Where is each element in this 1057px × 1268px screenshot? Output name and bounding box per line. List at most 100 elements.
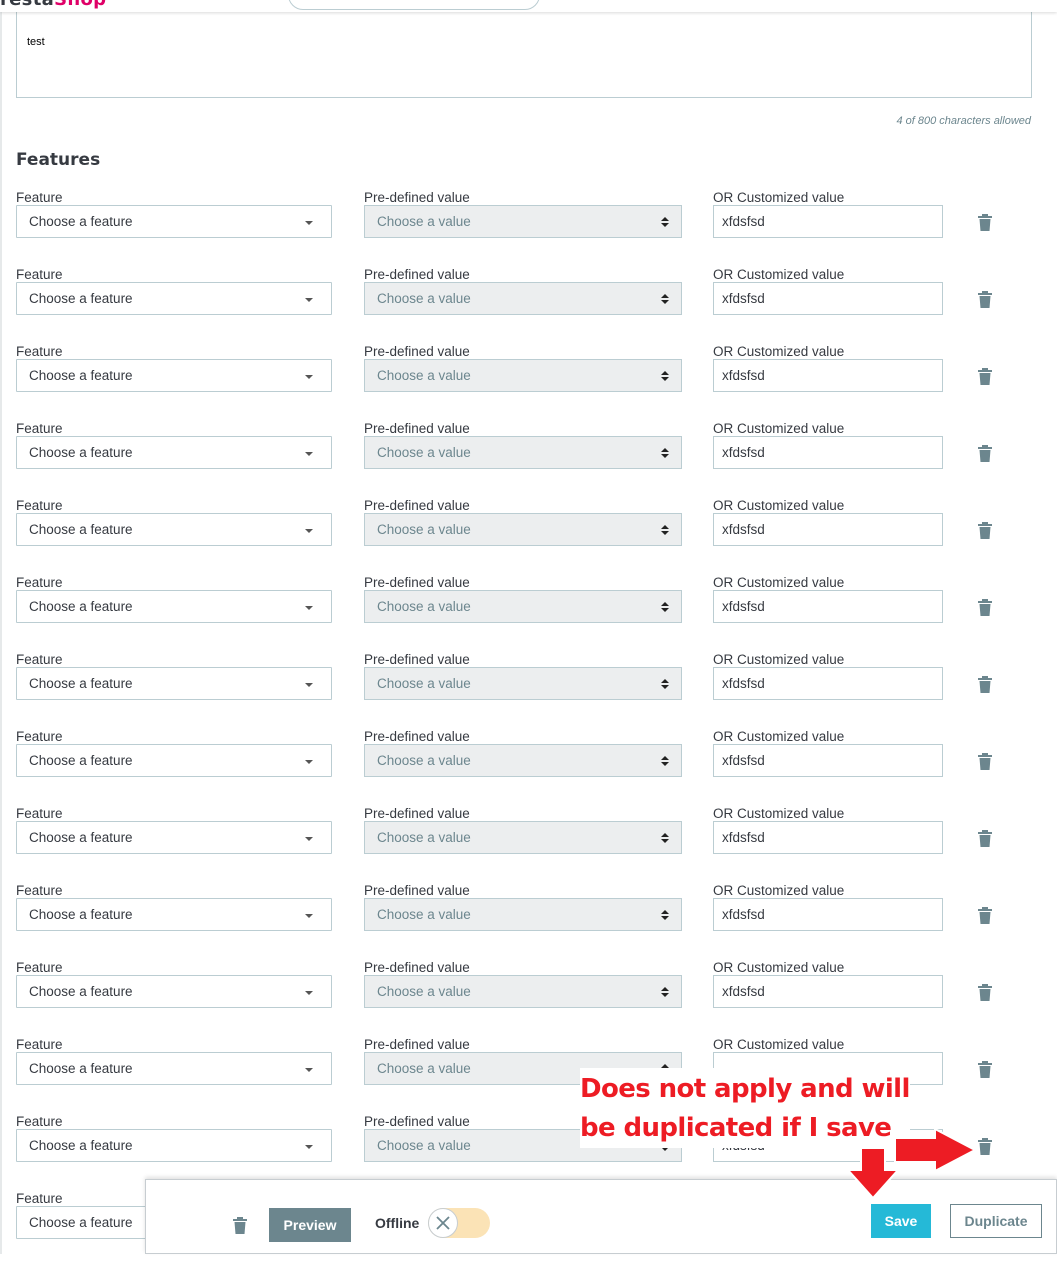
predefined-value-text: Choose a value — [377, 214, 471, 229]
custom-value-input[interactable]: xfdsfsd — [713, 359, 943, 392]
predefined-value-select[interactable]: Choose a value — [364, 205, 682, 238]
feature-select[interactable]: Choose a feature — [16, 436, 332, 469]
online-toggle[interactable] — [428, 1208, 490, 1238]
predefined-value-select[interactable]: Choose a value — [364, 282, 682, 315]
feature-select[interactable]: Choose a feature — [16, 513, 332, 546]
custom-value-input[interactable]: xfdsfsd — [713, 898, 943, 931]
custom-value-label: OR Customized value — [713, 267, 845, 282]
feature-label: Feature — [16, 729, 63, 744]
custom-value-label: OR Customized value — [713, 960, 845, 975]
predefined-value-select[interactable]: Choose a value — [364, 975, 682, 1008]
feature-row: Feature Choose a feature Pre-defined value… — [0, 421, 1057, 498]
predefined-value-select[interactable]: Choose a value — [364, 513, 682, 546]
feature-select[interactable]: Choose a feature — [16, 1052, 332, 1085]
trash-icon[interactable] — [978, 214, 992, 231]
feature-select-value: Choose a feature — [29, 830, 133, 845]
feature-select[interactable]: Choose a feature — [16, 667, 332, 700]
feature-label: Feature — [16, 190, 63, 205]
custom-value-input[interactable]: xfdsfsd — [713, 436, 943, 469]
trash-icon[interactable] — [978, 907, 992, 924]
trash-icon[interactable] — [978, 676, 992, 693]
feature-select[interactable]: Choose a feature — [16, 359, 332, 392]
custom-value-input[interactable]: xfdsfsd — [713, 667, 943, 700]
annotation-text: Does not apply and will be duplicated if… — [580, 1070, 910, 1148]
feature-select-value: Choose a feature — [29, 1138, 133, 1153]
predefined-value-select[interactable]: Choose a value — [364, 667, 682, 700]
custom-value-input[interactable]: xfdsfsd — [713, 282, 943, 315]
feature-select[interactable]: Choose a feature — [16, 282, 332, 315]
trash-icon[interactable] — [978, 1138, 992, 1155]
custom-value-input[interactable]: xfdsfsd — [713, 590, 943, 623]
predefined-label: Pre-defined value — [364, 190, 470, 205]
custom-value-label: OR Customized value — [713, 421, 845, 436]
caret-down-icon — [305, 1068, 313, 1072]
sort-icon — [661, 371, 669, 383]
trash-icon[interactable] — [978, 291, 992, 308]
feature-select-value: Choose a feature — [29, 214, 133, 229]
predefined-value-select[interactable]: Choose a value — [364, 744, 682, 777]
predefined-value-select[interactable]: Choose a value — [364, 898, 682, 931]
trash-icon[interactable] — [978, 984, 992, 1001]
feature-select-value: Choose a feature — [29, 676, 133, 691]
custom-value-input[interactable]: xfdsfsd — [713, 513, 943, 546]
feature-label: Feature — [16, 267, 63, 282]
feature-select[interactable]: Choose a feature — [16, 898, 332, 931]
trash-icon[interactable] — [978, 830, 992, 847]
feature-select-value: Choose a feature — [29, 1061, 133, 1076]
trash-icon[interactable] — [233, 1217, 247, 1234]
annotation-line-2: be duplicated if I save — [580, 1113, 892, 1143]
trash-icon[interactable] — [978, 445, 992, 462]
predefined-value-select[interactable]: Choose a value — [364, 359, 682, 392]
logo-text-b: Shop — [54, 0, 106, 10]
caret-down-icon — [305, 221, 313, 225]
preview-button[interactable]: Preview — [269, 1208, 351, 1242]
feature-label: Feature — [16, 1114, 63, 1129]
custom-value-input[interactable]: xfdsfsd — [713, 744, 943, 777]
trash-icon[interactable] — [978, 753, 992, 770]
feature-label: Feature — [16, 1037, 63, 1052]
custom-value-label: OR Customized value — [713, 729, 845, 744]
predefined-label: Pre-defined value — [364, 267, 470, 282]
feature-select-value: Choose a feature — [29, 1215, 133, 1230]
feature-row: Feature Choose a feature Pre-defined value… — [0, 267, 1057, 344]
predefined-value-text: Choose a value — [377, 445, 471, 460]
feature-row: Feature Choose a feature Pre-defined value… — [0, 729, 1057, 806]
duplicate-button[interactable]: Duplicate — [950, 1204, 1042, 1238]
feature-select[interactable]: Choose a feature — [16, 821, 332, 854]
feature-select[interactable]: Choose a feature — [16, 205, 332, 238]
predefined-label: Pre-defined value — [364, 806, 470, 821]
feature-select-value: Choose a feature — [29, 522, 133, 537]
feature-select[interactable]: Choose a feature — [16, 975, 332, 1008]
custom-value-input[interactable]: xfdsfsd — [713, 975, 943, 1008]
custom-value-label: OR Customized value — [713, 1037, 845, 1052]
custom-value-label: OR Customized value — [713, 344, 845, 359]
save-button[interactable]: Save — [871, 1204, 931, 1238]
feature-label: Feature — [16, 421, 63, 436]
annotation-callout: Does not apply and will be duplicated if… — [580, 1068, 910, 1148]
trash-icon[interactable] — [978, 599, 992, 616]
predefined-label: Pre-defined value — [364, 1037, 470, 1052]
caret-down-icon — [305, 452, 313, 456]
sort-icon — [661, 525, 669, 537]
feature-select[interactable]: Choose a feature — [16, 1129, 332, 1162]
header-search-input[interactable] — [288, 0, 540, 10]
feature-label: Feature — [16, 883, 63, 898]
predefined-value-select[interactable]: Choose a value — [364, 821, 682, 854]
feature-label: Feature — [16, 806, 63, 821]
feature-select[interactable]: Choose a feature — [16, 590, 332, 623]
predefined-value-text: Choose a value — [377, 291, 471, 306]
feature-select[interactable]: Choose a feature — [16, 744, 332, 777]
predefined-value-select[interactable]: Choose a value — [364, 436, 682, 469]
caret-down-icon — [305, 991, 313, 995]
prestashop-logo[interactable]: restaShop — [0, 0, 106, 10]
feature-label: Feature — [16, 1191, 63, 1206]
custom-value-input[interactable]: xfdsfsd — [713, 205, 943, 238]
predefined-value-text: Choose a value — [377, 984, 471, 999]
predefined-value-text: Choose a value — [377, 676, 471, 691]
trash-icon[interactable] — [978, 368, 992, 385]
trash-icon[interactable] — [978, 522, 992, 539]
predefined-value-select[interactable]: Choose a value — [364, 590, 682, 623]
caret-down-icon — [305, 683, 313, 687]
trash-icon[interactable] — [978, 1061, 992, 1078]
custom-value-input[interactable]: xfdsfsd — [713, 821, 943, 854]
